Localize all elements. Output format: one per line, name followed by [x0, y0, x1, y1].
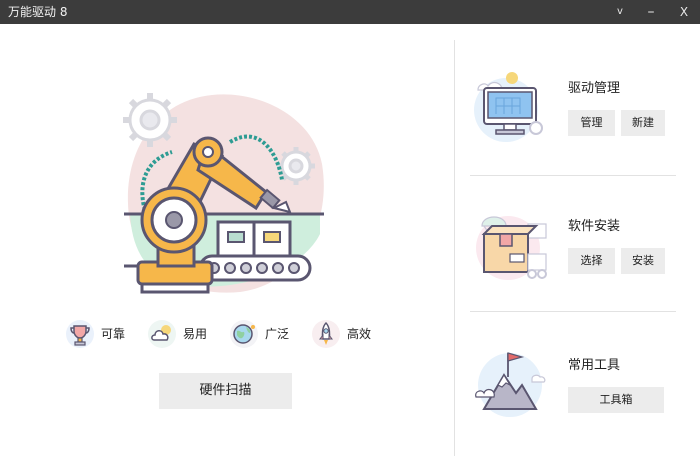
window-title: 万能驱动 8 — [8, 5, 68, 19]
feature-wide: 广泛 — [228, 318, 308, 350]
close-button[interactable]: X — [669, 0, 699, 24]
select-button[interactable]: 选择 — [568, 248, 615, 274]
card-title: 软件安装 — [568, 219, 621, 234]
feature-label: 高效 — [347, 327, 372, 341]
common-tools-card: 常用工具 工具箱 — [470, 347, 680, 437]
new-button[interactable]: 新建 — [621, 110, 665, 136]
card-divider — [470, 311, 676, 312]
minimize-button[interactable]: – — [636, 0, 666, 24]
card-title: 常用工具 — [568, 358, 621, 373]
install-button[interactable]: 安装 — [621, 248, 665, 274]
toolbox-button[interactable]: 工具箱 — [568, 387, 664, 413]
feature-easy: 易用 — [146, 318, 226, 350]
robot-arm-illustration — [110, 84, 340, 304]
feature-label: 易用 — [183, 327, 208, 341]
feature-reliable: 可靠 — [64, 318, 144, 350]
feature-list: 可靠 易用 广泛 高效 — [60, 318, 390, 350]
feature-label: 广泛 — [265, 327, 290, 341]
trophy-icon — [64, 318, 96, 350]
driver-management-card: 驱动管理 管理 新建 — [470, 70, 680, 160]
globe-icon — [228, 318, 260, 350]
hardware-scan-button[interactable]: 硬件扫描 — [159, 373, 292, 409]
vertical-divider — [454, 40, 455, 456]
package-icon — [470, 208, 550, 288]
rocket-icon — [310, 318, 342, 350]
title-bar: 万能驱动 8 v – X — [0, 0, 700, 24]
card-divider — [470, 175, 676, 176]
feature-efficient: 高效 — [310, 318, 390, 350]
card-title: 驱动管理 — [568, 81, 621, 96]
mountain-flag-icon — [470, 347, 550, 427]
feature-label: 可靠 — [101, 327, 126, 341]
cloud-icon — [146, 318, 178, 350]
monitor-icon — [470, 70, 550, 150]
menu-dropdown-button[interactable]: v — [605, 0, 635, 24]
manage-button[interactable]: 管理 — [568, 110, 615, 136]
software-install-card: 软件安装 选择 安装 — [470, 208, 680, 298]
